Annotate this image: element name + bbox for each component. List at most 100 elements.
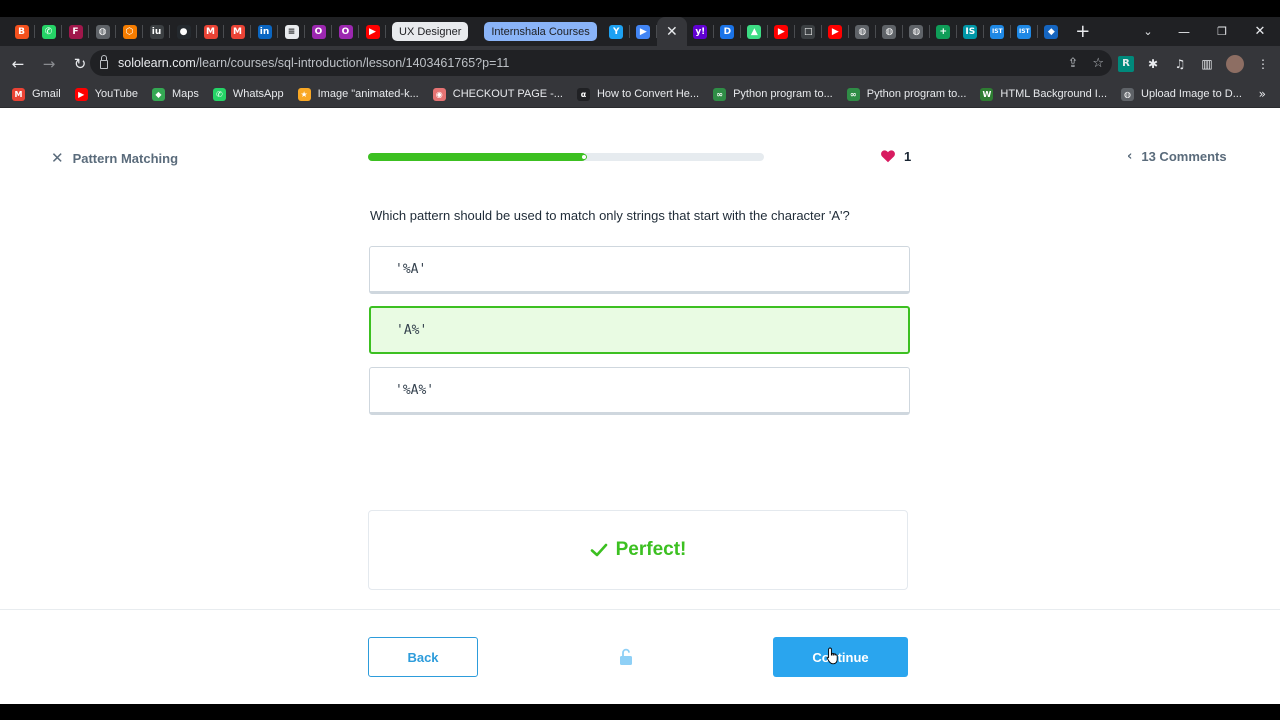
browser-tab[interactable]: D xyxy=(714,17,741,46)
bookmark-item[interactable]: ★ Image "animated-k... xyxy=(297,87,419,101)
puzzle-icon[interactable]: ✱ xyxy=(1145,56,1161,72)
restore-button[interactable]: ❐ xyxy=(1210,17,1234,46)
bookmark-item[interactable]: ∞ Python program to... xyxy=(846,87,966,101)
browser-tab[interactable]: IST xyxy=(984,17,1011,46)
bookmark-item[interactable]: ∞ Python program to... xyxy=(713,87,833,101)
browser-tab[interactable]: ◍ xyxy=(903,17,930,46)
answer-option-2-selected[interactable]: 'A%' xyxy=(369,306,910,354)
browser-tab[interactable]: ▶ xyxy=(630,17,657,46)
browser-tab[interactable]: + xyxy=(930,17,957,46)
gfg-icon: ∞ xyxy=(713,87,727,101)
answer-option-1[interactable]: '%A' xyxy=(369,246,910,294)
browser-tab[interactable]: B xyxy=(8,17,35,46)
bookmark-item[interactable]: ◉ CHECKOUT PAGE -... xyxy=(432,87,563,101)
browser-tab[interactable]: ▶ xyxy=(359,17,386,46)
bookmark-label: CHECKOUT PAGE -... xyxy=(452,88,563,100)
github-icon: ● xyxy=(176,24,191,39)
letterbox-bottom xyxy=(0,704,1280,720)
browser-tab[interactable]: O xyxy=(332,17,359,46)
tab-search-button[interactable]: ⌄ xyxy=(1138,17,1158,46)
lesson-page: ✕ Pattern Matching 1 ‹ 13 Comments Which… xyxy=(0,108,1280,704)
globe-icon: ◍ xyxy=(95,24,110,39)
bookmark-item[interactable]: ▶ YouTube xyxy=(74,87,138,101)
square-icon: □ xyxy=(801,24,816,39)
active-tab[interactable]: ✕ xyxy=(656,17,687,46)
browser-tab[interactable]: M xyxy=(224,17,251,46)
bookmarks-bar: M Gmail ▶ YouTube ◆ Maps ✆ WhatsApp ★ Image "anim… xyxy=(0,81,1280,108)
browser-tab[interactable]: IS xyxy=(957,17,984,46)
continue-button[interactable]: Continue xyxy=(773,637,908,677)
bookmark-item[interactable]: α How to Convert He... xyxy=(576,87,700,101)
media-icon[interactable]: ♫ xyxy=(1172,56,1188,72)
bookmark-label: Python program to... xyxy=(733,88,833,100)
browser-tab[interactable]: ▶ xyxy=(822,17,849,46)
lock-icon[interactable] xyxy=(100,55,108,69)
youtube-icon: ▶ xyxy=(774,24,789,39)
close-window-button[interactable]: ✕ xyxy=(1248,17,1272,46)
forward-arrow-icon[interactable]: → xyxy=(36,51,62,77)
bookmark-label: How to Convert He... xyxy=(596,88,700,100)
linkedin-icon: in xyxy=(257,24,272,39)
address-bar[interactable]: sololearn.com/learn/courses/sql-introduc… xyxy=(90,50,1112,76)
browser-tab[interactable]: □ xyxy=(795,17,822,46)
tab-group-ux-designer[interactable]: UX Designer xyxy=(392,22,469,41)
back-arrow-icon[interactable]: ← xyxy=(5,51,31,77)
browser-tab[interactable]: ▶ xyxy=(768,17,795,46)
browser-tab[interactable]: ◆ xyxy=(1038,17,1065,46)
hearts-counter: 1 xyxy=(880,148,911,164)
tab-strip: B ✆ F ◍ ⬡ iu ● M Min ≡ O O ▶ UX Designer Internshala… xyxy=(0,17,1280,46)
browser-tab[interactable]: IST xyxy=(1011,17,1038,46)
close-lesson-icon[interactable]: ✕ xyxy=(51,149,64,167)
globe-icon: ◍ xyxy=(855,24,870,39)
browser-tab[interactable]: ▲ xyxy=(741,17,768,46)
minimize-button[interactable]: — xyxy=(1172,17,1196,46)
browser-tab[interactable]: Y xyxy=(603,17,630,46)
menu-icon[interactable]: ⋮ xyxy=(1255,56,1271,72)
blogger-icon: B xyxy=(14,24,29,39)
browser-tab[interactable]: ⬡ xyxy=(116,17,143,46)
browser-tab[interactable]: iu xyxy=(143,17,170,46)
url-text[interactable]: sololearn.com/learn/courses/sql-introduc… xyxy=(118,56,509,70)
bookmark-item[interactable]: M Gmail xyxy=(12,87,61,101)
gmail-icon: M xyxy=(12,87,25,101)
browser-tab[interactable]: O xyxy=(305,17,332,46)
youtube-icon: ▶ xyxy=(365,24,380,39)
browser-tab[interactable]: in xyxy=(251,17,278,46)
o-icon: O xyxy=(338,24,353,39)
comments-link[interactable]: ‹ 13 Comments xyxy=(1127,149,1227,164)
bookmark-item[interactable]: ✆ WhatsApp xyxy=(212,87,284,101)
browser-tab[interactable]: y! xyxy=(687,17,714,46)
whatsapp-icon: ✆ xyxy=(41,24,56,39)
browser-tab[interactable]: ◍ xyxy=(876,17,903,46)
browser-tab[interactable]: ● xyxy=(170,17,197,46)
extension-r-icon[interactable]: R xyxy=(1118,55,1134,72)
browser-tab[interactable]: ≡ xyxy=(278,17,305,46)
bookmark-label: Image "animated-k... xyxy=(317,88,419,100)
unlock-icon[interactable] xyxy=(618,648,634,666)
browser-tab[interactable]: M xyxy=(197,17,224,46)
answer-option-3[interactable]: '%A%' xyxy=(369,367,910,415)
browser-tab[interactable]: F xyxy=(62,17,89,46)
back-button[interactable]: Back xyxy=(368,637,478,677)
lesson-progress-bar xyxy=(368,153,764,161)
browser-tab[interactable]: ◍ xyxy=(89,17,116,46)
bookmark-item[interactable]: ◍ Upload Image to D... xyxy=(1121,87,1242,101)
checkmark-icon xyxy=(590,543,607,557)
is-icon: IS xyxy=(963,24,978,39)
footer-divider xyxy=(0,609,1280,610)
play-icon: ▶ xyxy=(636,24,651,39)
browser-tab[interactable]: ✆ xyxy=(35,17,62,46)
new-tab-button[interactable]: + xyxy=(1069,17,1097,46)
share-icon[interactable]: ⇪ xyxy=(1067,56,1078,71)
browser-tab[interactable]: ◍ xyxy=(849,17,876,46)
bookmarks-more-button[interactable]: » xyxy=(1259,87,1266,101)
tab-group-internshala-courses[interactable]: Internshala Courses xyxy=(484,22,597,41)
bookmark-item[interactable]: W HTML Background I... xyxy=(980,87,1107,101)
profile-avatar[interactable] xyxy=(1226,54,1244,73)
bookmark-item[interactable]: ◆ Maps xyxy=(151,87,199,101)
bookmark-star-icon[interactable]: ☆ xyxy=(1092,56,1104,71)
youtube-icon: ▶ xyxy=(74,87,88,101)
side-panel-icon[interactable]: ▥ xyxy=(1199,56,1215,72)
close-tab-icon[interactable]: ✕ xyxy=(666,24,678,40)
lesson-header: ✕ Pattern Matching xyxy=(51,149,178,167)
